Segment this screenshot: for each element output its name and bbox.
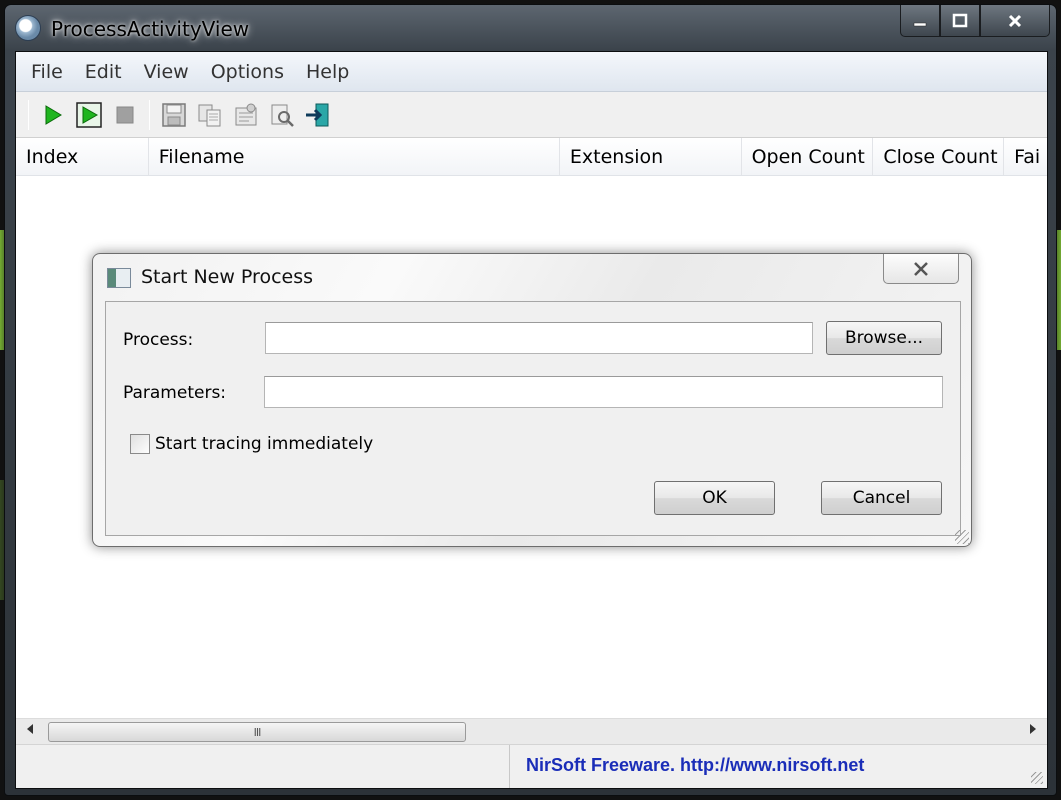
dialog-resize-grip[interactable]	[955, 530, 969, 544]
properties-button[interactable]	[228, 97, 264, 133]
column-filename[interactable]: Filename	[149, 138, 560, 175]
caption-buttons	[900, 5, 1050, 39]
close-button[interactable]	[980, 5, 1050, 37]
menu-help[interactable]: Help	[295, 61, 360, 83]
toolbar	[16, 92, 1047, 138]
menu-options[interactable]: Options	[200, 61, 295, 83]
properties-icon	[235, 103, 257, 125]
dialog-body: Process: Browse... Parameters: Start tra…	[105, 301, 961, 536]
horizontal-scrollbar[interactable]: III	[16, 718, 1047, 744]
chevron-right-icon	[1030, 724, 1036, 734]
stop-icon	[116, 106, 134, 123]
window-title: ProcessActivityView	[51, 17, 250, 41]
toolbar-separator	[28, 99, 29, 130]
start-button[interactable]	[35, 97, 71, 133]
stop-button[interactable]	[107, 97, 143, 133]
minimize-icon	[913, 22, 927, 26]
browse-button[interactable]: Browse...	[826, 321, 942, 355]
column-extension[interactable]: Extension	[560, 138, 742, 175]
chevron-left-icon	[27, 724, 33, 734]
title-bar[interactable]: ProcessActivityView	[5, 5, 1056, 53]
status-panel	[16, 745, 510, 788]
exit-button[interactable]	[300, 97, 336, 133]
dialog-close-button[interactable]	[883, 254, 959, 284]
exit-icon	[306, 103, 329, 126]
save-button[interactable]	[156, 97, 192, 133]
app-icon[interactable]	[15, 15, 41, 41]
process-label: Process:	[123, 330, 194, 350]
process-input[interactable]	[265, 322, 813, 354]
parameters-input[interactable]	[264, 376, 943, 408]
scroll-thumb[interactable]: III	[48, 722, 466, 742]
play-icon	[45, 104, 62, 125]
save-icon	[162, 102, 186, 127]
menu-edit[interactable]: Edit	[74, 61, 133, 83]
column-open-count[interactable]: Open Count	[742, 138, 874, 175]
resize-grip[interactable]	[1031, 772, 1043, 784]
toolbar-separator	[149, 99, 150, 130]
menu-file[interactable]: File	[20, 61, 74, 83]
close-icon	[914, 261, 928, 276]
menu-bar: File Edit View Options Help	[16, 52, 1047, 92]
scroll-right-button[interactable]	[1023, 723, 1043, 741]
find-button[interactable]	[264, 97, 300, 133]
copy-button[interactable]	[192, 97, 228, 133]
close-icon	[1008, 14, 1022, 27]
dialog-title: Start New Process	[141, 266, 314, 288]
find-icon	[271, 104, 294, 127]
parameters-label: Parameters:	[123, 383, 227, 403]
start-new-process-button[interactable]	[71, 97, 107, 133]
cancel-button[interactable]: Cancel	[821, 481, 942, 515]
status-bar: NirSoft Freeware. http://www.nirsoft.net	[16, 744, 1047, 788]
dialog-icon	[107, 268, 131, 288]
column-failed[interactable]: Fai	[1004, 138, 1047, 175]
scroll-left-button[interactable]	[20, 723, 40, 741]
start-tracing-checkbox[interactable]	[130, 434, 150, 454]
nirsoft-link[interactable]: NirSoft Freeware. http://www.nirsoft.net	[526, 755, 864, 776]
ok-button[interactable]: OK	[654, 481, 775, 515]
start-tracing-label[interactable]: Start tracing immediately	[155, 434, 373, 454]
maximize-button[interactable]	[940, 5, 980, 37]
menu-view[interactable]: View	[133, 61, 200, 83]
minimize-button[interactable]	[900, 5, 940, 37]
column-close-count[interactable]: Close Count	[873, 138, 1005, 175]
column-index[interactable]: Index	[16, 138, 149, 175]
copy-icon	[198, 104, 221, 126]
start-new-process-dialog: Start New Process Process: Browse... Par…	[92, 253, 972, 547]
column-header: Index Filename Extension Open Count Clos…	[16, 138, 1047, 176]
play-trace-icon	[76, 101, 102, 128]
maximize-icon	[952, 13, 968, 27]
